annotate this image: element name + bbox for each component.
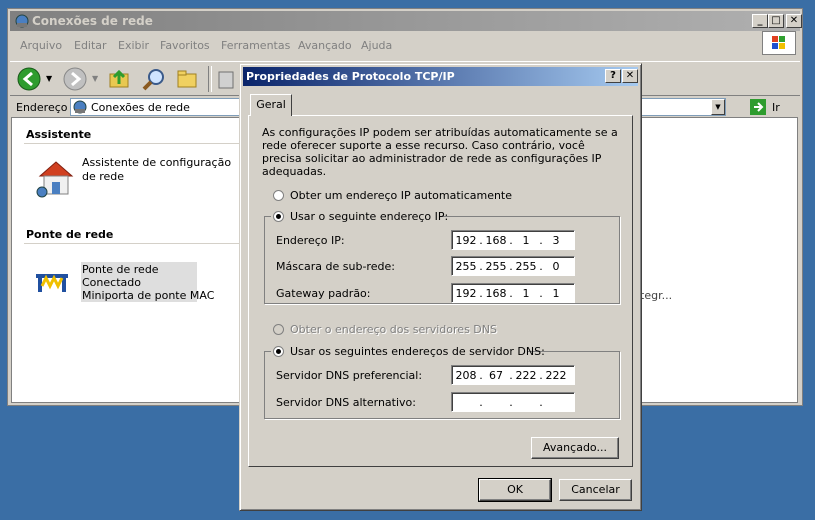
radio-manual-ip-label[interactable]: Usar o seguinte endereço IP: [290, 210, 448, 223]
menu-editar[interactable]: Editar [74, 39, 107, 52]
dns-pref-octet-4[interactable]: 222 [544, 369, 568, 382]
gateway-label: Gateway padrão: [276, 287, 371, 300]
ok-button[interactable]: OK [478, 478, 552, 502]
ip-octet-2[interactable]: 168 [484, 234, 508, 247]
gateway-field[interactable]: 192. 168. 1. 1 [451, 283, 575, 303]
ip-dot: . [509, 396, 513, 409]
bridge-item-name: Ponte de rede [82, 263, 159, 276]
radio-auto-dns-label[interactable]: Obter o endereço dos servidores DNS [290, 323, 497, 336]
ip-dot: . [479, 396, 483, 409]
dialog-title: Propriedades de Protocolo TCP/IP [246, 70, 455, 83]
address-value: Conexões de rede [91, 101, 190, 114]
subnet-mask-field[interactable]: 255. 255. 255. 0 [451, 256, 575, 276]
address-dropdown-button[interactable]: ▼ [711, 99, 725, 115]
radio-manual-dns-label[interactable]: Usar os seguintes endereços de servidor … [290, 345, 545, 358]
move-to-icon[interactable] [216, 68, 238, 93]
explorer-title: Conexões de rede [32, 14, 153, 28]
dns-pref-octet-1[interactable]: 208 [454, 369, 478, 382]
ip-address-field[interactable]: 192. 168. 1. 3 [451, 230, 575, 250]
dns-alternate-field[interactable]: . . . [451, 392, 575, 412]
tab-panel-geral: As configurações IP podem ser atribuídas… [248, 115, 633, 467]
ip-address-label: Endereço IP: [276, 234, 345, 247]
menu-arquivo[interactable]: Arquivo [20, 39, 62, 52]
section-assistente-title: Assistente [26, 128, 92, 141]
back-icon[interactable] [16, 66, 42, 95]
bridge-item-device: Miniporta de ponte MAC [82, 289, 215, 302]
intro-text: As configurações IP podem ser atribuídas… [262, 126, 618, 178]
tab-geral[interactable]: Geral [250, 94, 292, 116]
section-divider [24, 143, 242, 144]
windows-logo-icon [762, 31, 796, 55]
network-bridge-icon[interactable] [36, 268, 68, 297]
network-folder-icon [14, 13, 30, 32]
menu-ferramentas[interactable]: Ferramentas [221, 39, 290, 52]
menu-bar: Arquivo Editar Exibir Favoritos Ferramen… [10, 31, 800, 55]
forward-icon[interactable] [62, 66, 88, 95]
tcpip-properties-dialog: Propriedades de Protocolo TCP/IP ? ✕ Ger… [239, 63, 642, 511]
radio-auto-ip-label[interactable]: Obter um endereço IP automaticamente [290, 189, 512, 202]
mask-octet-1[interactable]: 255 [454, 260, 478, 273]
forward-dropdown-icon[interactable]: ▼ [92, 74, 98, 83]
bridge-item-status: Conectado [82, 276, 141, 289]
section-ponte-title: Ponte de rede [26, 228, 114, 241]
ip-octet-3[interactable]: 1 [514, 234, 538, 247]
cancel-button[interactable]: Cancelar [559, 479, 632, 501]
subnet-mask-label: Máscara de sub-rede: [276, 260, 395, 273]
go-arrow-icon[interactable] [750, 99, 766, 118]
menu-exibir[interactable]: Exibir [118, 39, 149, 52]
address-label: Endereço [16, 101, 68, 114]
dns-alternate-label: Servidor DNS alternativo: [276, 396, 416, 409]
radio-auto-dns[interactable] [273, 324, 284, 335]
dns-preferred-field[interactable]: 208. 67. 222. 222 [451, 365, 575, 385]
close-button[interactable]: ✕ [786, 14, 802, 28]
network-wizard-label[interactable]: Assistente de configuração de rede [82, 156, 232, 184]
network-wizard-icon[interactable] [36, 156, 76, 203]
mask-octet-2[interactable]: 255 [484, 260, 508, 273]
toolbar-separator [208, 66, 212, 92]
folders-icon[interactable] [176, 68, 200, 93]
ip-octet-1[interactable]: 192 [454, 234, 478, 247]
gateway-octet-4[interactable]: 1 [544, 287, 568, 300]
dns-pref-octet-3[interactable]: 222 [514, 369, 538, 382]
go-label[interactable]: Ir [772, 101, 780, 114]
network-connections-icon [72, 99, 88, 118]
menu-avancado[interactable]: Avançado [298, 39, 352, 52]
dialog-titlebar[interactable]: Propriedades de Protocolo TCP/IP ? ✕ [243, 67, 638, 86]
menu-ajuda[interactable]: Ajuda [361, 39, 392, 52]
radio-manual-dns[interactable] [273, 346, 284, 357]
maximize-button[interactable]: □ [768, 14, 784, 28]
search-icon[interactable] [142, 68, 166, 95]
minimize-button[interactable]: _ [752, 14, 768, 28]
gateway-octet-3[interactable]: 1 [514, 287, 538, 300]
mask-octet-3[interactable]: 255 [514, 260, 538, 273]
back-dropdown-icon[interactable]: ▼ [46, 74, 52, 83]
gateway-octet-2[interactable]: 168 [484, 287, 508, 300]
dialog-close-button[interactable]: ✕ [622, 69, 638, 83]
menu-favoritos[interactable]: Favoritos [160, 39, 210, 52]
explorer-titlebar[interactable]: Conexões de rede _ □ ✕ [10, 11, 802, 32]
ip-dot: . [539, 396, 543, 409]
dns-pref-octet-2[interactable]: 67 [484, 369, 508, 382]
truncated-connection-text: tegr... [640, 289, 673, 302]
dns-preferred-label: Servidor DNS preferencial: [276, 369, 423, 382]
advanced-button[interactable]: Avançado... [531, 437, 619, 459]
mask-octet-4[interactable]: 0 [544, 260, 568, 273]
folder-up-icon[interactable] [108, 68, 130, 93]
ip-octet-4[interactable]: 3 [544, 234, 568, 247]
section-divider [24, 243, 242, 244]
gateway-octet-1[interactable]: 192 [454, 287, 478, 300]
radio-auto-ip[interactable] [273, 190, 284, 201]
radio-manual-ip[interactable] [273, 211, 284, 222]
help-button[interactable]: ? [605, 69, 621, 83]
